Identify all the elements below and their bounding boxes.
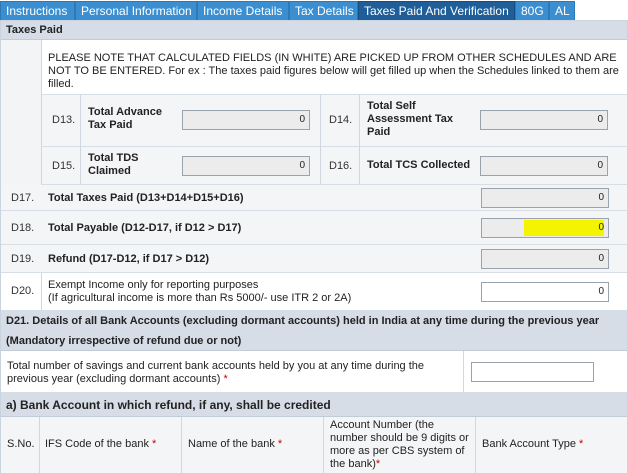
cell-divider	[463, 351, 464, 393]
tab-bar: Instructions Personal Information Income…	[0, 0, 628, 20]
row-bank-count: Total number of savings and current bank…	[1, 351, 627, 393]
section-heading-taxes-paid: Taxes Paid	[1, 21, 627, 40]
tab-instructions[interactable]: Instructions	[0, 1, 75, 20]
field-d18[interactable]: 0	[481, 218, 609, 238]
code-d20: D20.	[11, 285, 35, 297]
code-d18: D18.	[11, 222, 35, 234]
cell-divider	[320, 147, 321, 185]
code-d14: D14.	[329, 114, 353, 126]
row-d18: D18. Total Payable (D12-D17, if D12 > D1…	[1, 211, 627, 245]
col-bank-name: Name of the bank *	[188, 438, 283, 450]
col-ifsc: IFS Code of the bank *	[45, 438, 157, 450]
label-d19: Refund (D17-D12, if D17 > D12)	[48, 253, 210, 265]
col-account-number: Account Number (the number should be 9 d…	[330, 419, 469, 470]
tab-80g[interactable]: 80G	[515, 1, 549, 20]
col-account-type: Bank Account Type *	[482, 438, 584, 450]
tab-al[interactable]: AL	[549, 1, 575, 20]
field-d15[interactable]: 0	[182, 156, 310, 176]
code-d16: D16.	[329, 160, 353, 172]
field-d16[interactable]: 0	[480, 156, 608, 176]
label-d15: Total TDS Claimed	[88, 152, 139, 177]
col-sno: S.No.	[7, 438, 35, 450]
field-d17[interactable]: 0	[481, 188, 609, 208]
label-d14: Total Self Assessment Tax Paid	[367, 100, 454, 138]
label-d17: Total Taxes Paid (D13+D14+D15+D16)	[48, 192, 244, 204]
code-d13: D13.	[52, 114, 76, 126]
taxes-paid-panel: Taxes Paid PLEASE NOTE THAT CALCULATED F…	[0, 20, 628, 473]
cell-divider	[80, 95, 81, 147]
row-d19: D19. Refund (D17-D12, if D17 > D12) 0	[1, 245, 627, 273]
label-bank-count: Total number of savings and current bank…	[7, 360, 425, 385]
field-d14[interactable]: 0	[480, 110, 608, 130]
cell-divider	[41, 273, 42, 311]
field-d18-value: 0	[598, 222, 604, 233]
field-d19[interactable]: 0	[481, 249, 609, 269]
row-d17: D17. Total Taxes Paid (D13+D14+D15+D16) …	[1, 185, 627, 211]
highlight-mark	[524, 220, 604, 236]
notice-box: PLEASE NOTE THAT CALCULATED FIELDS (IN W…	[42, 40, 627, 95]
section-heading-bank-accounts: D21. Details of all Bank Accounts (exclu…	[1, 311, 627, 351]
tab-tax-details[interactable]: Tax Details	[289, 1, 358, 20]
cell-divider	[181, 417, 182, 473]
cell-divider	[323, 417, 324, 473]
tab-income-details[interactable]: Income Details	[197, 1, 289, 20]
cell-divider	[39, 417, 40, 473]
code-d17: D17.	[11, 192, 35, 204]
section-heading-refund-account: a) Bank Account in which refund, if any,…	[1, 393, 627, 417]
label-d20-line2: (If agricultural income is more than Rs …	[48, 292, 352, 304]
row-d20: D20. Exempt Income only for reporting pu…	[1, 273, 627, 311]
field-bank-count[interactable]	[471, 362, 594, 382]
cell-divider	[475, 417, 476, 473]
code-d19: D19.	[11, 253, 35, 265]
tab-personal-information[interactable]: Personal Information	[75, 1, 197, 20]
label-d16: Total TCS Collected	[367, 159, 471, 171]
tab-taxes-paid-and-verification[interactable]: Taxes Paid And Verification	[358, 1, 515, 20]
label-d13: Total Advance Tax Paid	[88, 106, 162, 131]
row-d13-d14: D13. Total Advance Tax Paid 0 D14. Total…	[42, 95, 627, 147]
field-d20[interactable]: 0	[481, 282, 609, 302]
label-d20-line1: Exempt Income only for reporting purpose…	[48, 279, 259, 291]
cell-divider	[320, 95, 321, 147]
row-d15-d16: D15. Total TDS Claimed 0 D16. Total TCS …	[42, 147, 627, 185]
notice-text: PLEASE NOTE THAT CALCULATED FIELDS (IN W…	[48, 52, 619, 90]
code-d15: D15.	[52, 160, 76, 172]
cell-divider	[359, 95, 360, 147]
label-d18: Total Payable (D12-D17, if D12 > D17)	[48, 222, 242, 234]
cell-divider	[80, 147, 81, 185]
field-d13[interactable]: 0	[182, 110, 310, 130]
cell-divider	[359, 147, 360, 185]
bank-table-header: S.No. IFS Code of the bank * Name of the…	[1, 417, 627, 473]
